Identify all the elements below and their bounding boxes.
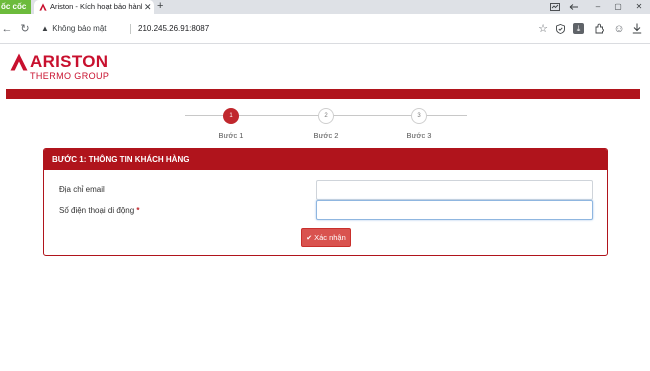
email-label: Địa chỉ email [59,185,105,194]
download-icon[interactable] [632,23,642,34]
email-field[interactable] [316,180,593,200]
screenshot-icon[interactable] [550,3,560,11]
step-1-indicator: 1 [223,108,239,124]
phone-field[interactable] [316,200,593,220]
close-window-icon[interactable]: ✕ [633,0,645,14]
panel-title: BƯỚC 1: THÔNG TIN KHÁCH HÀNG [52,155,190,164]
step-3-label: Bước 3 [406,131,432,140]
confirm-button[interactable]: ✔ Xác nhận [301,228,351,247]
phone-label: Số điện thoại di động [59,206,135,215]
download-manager-icon[interactable]: ⤓ [573,23,584,34]
browser-brand[interactable]: ốc cốc [0,0,31,14]
step-2-label: Bước 2 [313,131,339,140]
browser-window: ốc cốc Ariston - Kích hoạt bảo hành ✕ + … [0,0,650,371]
panel-header: BƯỚC 1: THÔNG TIN KHÁCH HÀNG [44,149,607,170]
tab-active[interactable]: Ariston - Kích hoạt bảo hành ✕ [34,0,154,14]
tab-strip: ốc cốc Ariston - Kích hoạt bảo hành ✕ + … [0,0,650,14]
ariston-logo-mark-icon [10,53,28,71]
address-bar-url[interactable]: 210.245.26.91:8087 [138,23,209,35]
url-divider [130,24,131,34]
step-3-indicator: 3 [411,108,427,124]
reload-icon[interactable]: ↻ [18,14,32,44]
shield-icon[interactable] [556,24,565,34]
restore-icon[interactable]: ▢ [612,0,624,14]
confirm-button-label: Xác nhận [314,233,346,242]
step-1-label: Bước 1 [218,131,244,140]
back-icon[interactable]: ← [0,14,14,44]
minimize-icon[interactable]: – [592,0,604,14]
progress-stepper: 1 Bước 1 2 Bước 2 3 Bước 3 [0,104,650,144]
history-icon[interactable] [569,3,579,11]
tab-close-icon[interactable]: ✕ [144,0,152,14]
customer-info-panel: BƯỚC 1: THÔNG TIN KHÁCH HÀNG Địa chỉ ema… [43,148,608,256]
extensions-icon[interactable] [594,23,605,34]
check-icon: ✔ [306,235,313,242]
browser-toolbar: ← ↻ ▲ Không bảo mật 210.245.26.91:8087 ☆… [0,14,650,44]
logo-subtitle: THERMO GROUP [30,71,110,81]
profile-icon[interactable]: ☺ [612,14,626,44]
required-marker: * [136,206,140,215]
new-tab-icon[interactable]: + [157,0,163,13]
security-indicator[interactable]: ▲ Không bảo mật [40,23,107,35]
ariston-favicon-icon [39,3,47,11]
logo-name: ARISTON [30,52,109,71]
bookmark-star-icon[interactable]: ☆ [536,14,550,44]
step-2-indicator: 2 [318,108,334,124]
security-text: Không bảo mật [52,24,107,33]
phone-label-group: Số điện thoại di động * [59,205,140,217]
tab-title: Ariston - Kích hoạt bảo hành [50,2,142,11]
ariston-logo[interactable]: ARISTON THERMO GROUP [10,52,120,82]
header-red-bar [6,89,640,99]
warning-icon: ▲ [41,24,49,33]
